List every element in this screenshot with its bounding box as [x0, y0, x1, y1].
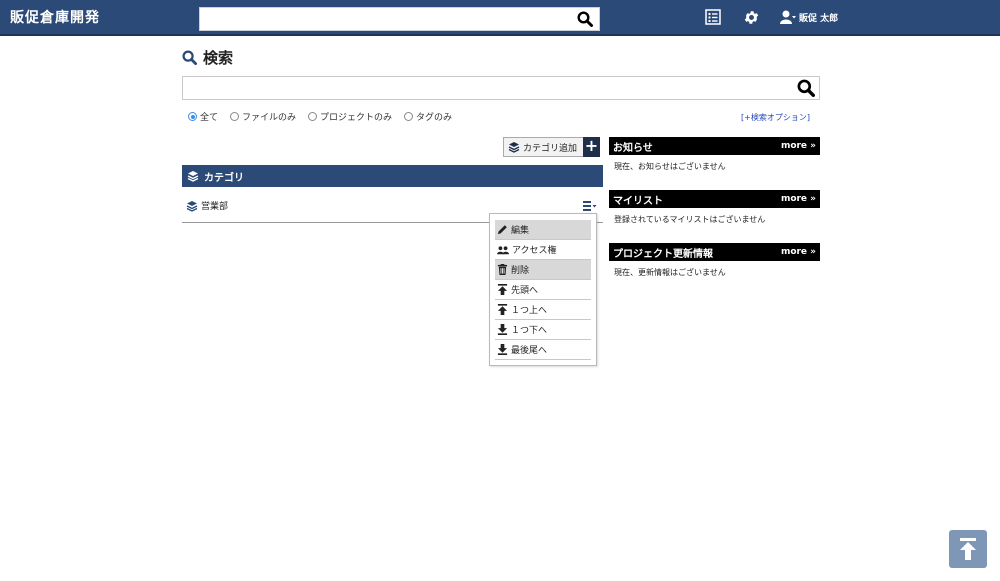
- panel-body: 現在、お知らせはございません: [614, 162, 726, 171]
- menu-item-label: 先頭へ: [511, 286, 539, 296]
- user-icon: [780, 10, 796, 24]
- add-category-button[interactable]: カテゴリ追加 +: [503, 137, 600, 157]
- filter-files-radio[interactable]: ファイルのみ: [230, 110, 296, 123]
- panel-body: 登録されているマイリストはございません: [614, 215, 766, 224]
- panel-header: お知らせ more »: [609, 137, 820, 155]
- arrow-up-icon: [497, 304, 508, 315]
- user-name: 販促 太郎: [799, 13, 839, 24]
- menu-item-move-first[interactable]: 先頭へ: [495, 280, 591, 300]
- plus-icon[interactable]: +: [583, 137, 600, 157]
- menu-item-move-down[interactable]: １つ下へ: [495, 320, 591, 340]
- filter-label: ファイルのみ: [242, 113, 297, 123]
- page-title-text: 検索: [203, 49, 234, 67]
- filter-label: 全て: [200, 113, 219, 123]
- users-icon: [497, 245, 509, 254]
- pencil-icon: [497, 225, 507, 235]
- menu-item-label: 削除: [511, 266, 530, 276]
- gear-icon[interactable]: [743, 9, 760, 26]
- search-icon[interactable]: [797, 79, 815, 97]
- menu-item-label: 最後尾へ: [511, 346, 548, 356]
- radio-dot[interactable]: [404, 112, 414, 121]
- more-link[interactable]: more »: [781, 141, 816, 151]
- top-bar: 販促倉庫開発 販促 太郎: [0, 0, 1000, 36]
- menu-item-label: 編集: [511, 226, 530, 236]
- add-category-label-wrap[interactable]: カテゴリ追加: [504, 141, 583, 154]
- filter-label: タグのみ: [416, 113, 453, 123]
- filter-all-radio[interactable]: 全て: [188, 110, 218, 123]
- filter-tags-radio[interactable]: タグのみ: [404, 110, 452, 123]
- panel-body: 現在、更新情報はございません: [614, 268, 726, 277]
- radio-dot[interactable]: [230, 112, 240, 121]
- layers-icon: [186, 200, 198, 212]
- search-icon[interactable]: [577, 11, 593, 27]
- project-updates-panel: プロジェクト更新情報 more » 現在、更新情報はございません: [609, 243, 820, 284]
- panel-title: お知らせ: [613, 142, 653, 154]
- add-category-label: カテゴリ追加: [523, 143, 578, 154]
- to-top-icon: [497, 284, 508, 295]
- app-title[interactable]: 販促倉庫開発: [10, 7, 100, 27]
- menu-item-label: アクセス権: [512, 246, 557, 256]
- main-search-input[interactable]: [182, 76, 820, 100]
- category-item-label: 営業部: [201, 202, 229, 212]
- category-context-menu: 編集 アクセス権 削除 先頭へ １つ上へ １つ下へ 最後尾へ: [489, 213, 597, 366]
- checklist-icon[interactable]: [705, 9, 721, 25]
- panel-header: マイリスト more »: [609, 190, 820, 208]
- panel-title: プロジェクト更新情報: [613, 248, 713, 260]
- search-filter-group: 全て ファイルのみ プロジェクトのみ タグのみ: [188, 110, 452, 123]
- news-panel: お知らせ more » 現在、お知らせはございません: [609, 137, 820, 178]
- menu-item-move-up[interactable]: １つ上へ: [495, 300, 591, 320]
- category-header: カテゴリ: [182, 165, 603, 187]
- menu-item-delete[interactable]: 削除: [495, 260, 591, 280]
- menu-item-edit[interactable]: 編集: [495, 220, 591, 240]
- menu-item-label: １つ下へ: [511, 326, 548, 336]
- layers-icon: [508, 142, 520, 153]
- radio-dot[interactable]: [188, 112, 197, 121]
- panel-title: マイリスト: [613, 195, 663, 207]
- layers-icon: [187, 171, 199, 182]
- more-link[interactable]: more »: [781, 247, 816, 257]
- category-name[interactable]: 営業部: [186, 199, 228, 212]
- filter-projects-radio[interactable]: プロジェクトのみ: [308, 110, 392, 123]
- mylist-panel: マイリスト more » 登録されているマイリストはございません: [609, 190, 820, 231]
- row-menu-icon[interactable]: [583, 200, 597, 212]
- user-menu[interactable]: 販促 太郎: [780, 10, 838, 24]
- search-options-link[interactable]: [+検索オプション]: [741, 112, 810, 123]
- arrow-down-icon: [497, 324, 508, 335]
- to-top-icon: [960, 538, 976, 560]
- panel-header: プロジェクト更新情報 more »: [609, 243, 820, 261]
- trash-icon: [497, 264, 508, 275]
- search-icon: [182, 50, 197, 65]
- menu-item-move-last[interactable]: 最後尾へ: [495, 340, 591, 360]
- to-bottom-icon: [497, 344, 508, 355]
- filter-label: プロジェクトのみ: [320, 113, 393, 123]
- page-title: 検索: [182, 47, 233, 68]
- menu-item-access[interactable]: アクセス権: [495, 240, 591, 260]
- radio-dot[interactable]: [308, 112, 318, 121]
- menu-item-label: １つ上へ: [511, 306, 548, 316]
- header-search-input[interactable]: [199, 7, 600, 31]
- category-header-label: カテゴリ: [204, 172, 244, 184]
- more-link[interactable]: more »: [781, 194, 816, 204]
- scroll-to-top-button[interactable]: [949, 530, 987, 568]
